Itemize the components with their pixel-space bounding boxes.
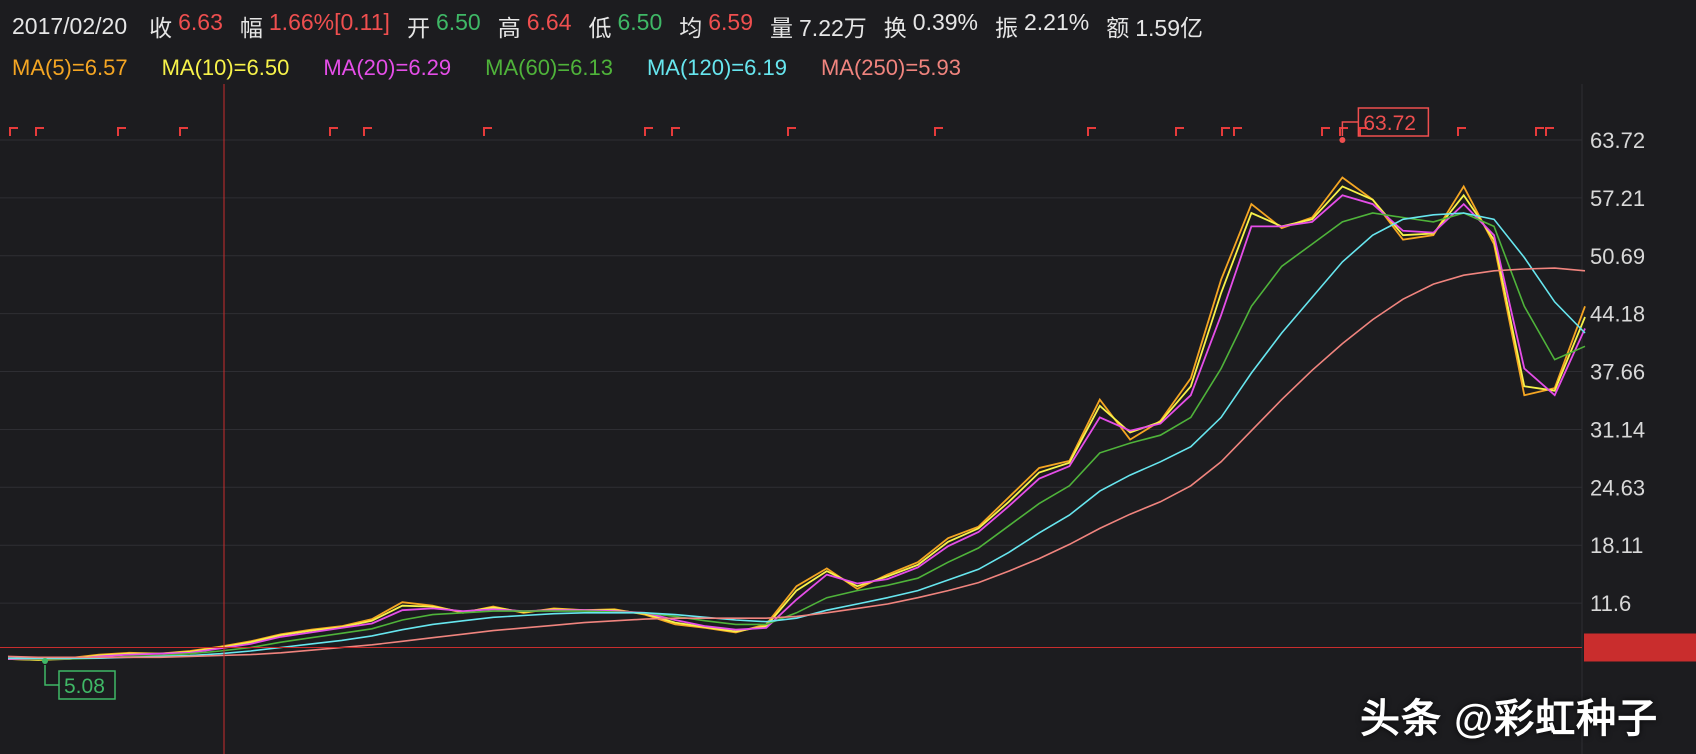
quote-item-label: 收 <box>149 15 173 41</box>
ma-legend-item: MA(5)=6.57 <box>12 55 128 80</box>
quote-items: 收 6.63 幅 1.66%[0.11] 开 6.50 高 6.64 低 6.50 均 6.59 量 7.… <box>149 9 1220 43</box>
quote-item-value: 1.59亿 <box>1135 15 1203 41</box>
quote-item-label: 量 <box>770 15 794 41</box>
quote-item: 开 6.50 <box>407 9 481 43</box>
quote-item-value: 6.64 <box>526 9 572 35</box>
quote-item-value: 6.63 <box>178 9 223 35</box>
quote-header: 2017/02/20 收 6.63 幅 1.66%[0.11] 开 6.50 高 6.64 低 6… <box>0 0 1696 52</box>
quote-date: 2017/02/20 <box>12 12 128 39</box>
quote-item: 量 7.22万 <box>770 9 867 43</box>
watermark: 头条 @彩虹种子 <box>1360 697 1659 741</box>
quote-item-value: 6.59 <box>708 9 754 35</box>
ma-legend-item: MA(20)=6.29 <box>323 55 452 80</box>
min-point <box>42 658 48 664</box>
quote-item: 换 0.39% <box>884 9 978 43</box>
quote-item: 高 6.64 <box>498 9 572 43</box>
quote-item-value: 6.50 <box>617 9 663 35</box>
quote-item-value: 2.21% <box>1024 9 1090 35</box>
quote-item-value: 7.22万 <box>799 15 867 41</box>
quote-item-label: 开 <box>406 15 430 41</box>
quote-item-label: 幅 <box>239 15 263 41</box>
quote-item: 均 6.59 <box>679 9 753 43</box>
ma-legend-item: MA(10)=6.50 <box>161 55 290 80</box>
ma-legend-item: MA(120)=6.19 <box>646 55 787 80</box>
quote-item-value: 6.50 <box>435 9 481 35</box>
price-chart[interactable]: 63.72 57.21 50.69 44.18 37.66 31.14 24.63 18.11… <box>0 84 1696 754</box>
quote-item-label: 振 <box>995 15 1018 41</box>
ma-legend-item: MA(250)=5.93 <box>820 55 962 80</box>
quote-item-label: 换 <box>883 15 907 41</box>
quote-item: 额 1.59亿 <box>1106 9 1203 43</box>
y-tick-label: 63.72 <box>1590 128 1645 153</box>
quote-item-value: 1.66%[0.11] <box>268 9 390 35</box>
y-tick-label: 44.18 <box>1590 302 1645 327</box>
y-tick-label: 18.11 <box>1590 533 1643 558</box>
y-tick-label: 37.66 <box>1590 360 1645 385</box>
min-label: 5.08 <box>64 675 105 698</box>
y-tick-label: 57.21 <box>1590 186 1645 211</box>
plot-background <box>0 84 1696 754</box>
y-tick-label: 50.69 <box>1590 244 1645 269</box>
quote-item-value: 0.39% <box>912 9 978 35</box>
quote-item-label: 高 <box>497 15 521 41</box>
y-tick-label: 11.6 <box>1590 591 1631 616</box>
quote-item: 低 6.50 <box>588 9 662 43</box>
y-tick-label: 24.63 <box>1590 475 1645 500</box>
quote-item: 收 6.63 <box>149 9 223 43</box>
max-point <box>1339 137 1346 143</box>
ma-legend-item: MA(60)=6.13 <box>485 55 613 80</box>
quote-item: 振 2.21% <box>995 9 1089 43</box>
max-label: 63.72 <box>1363 112 1416 135</box>
quote-item: 幅 1.66%[0.11] <box>240 9 390 43</box>
quote-item-label: 低 <box>588 15 612 41</box>
quote-item-label: 额 <box>1106 15 1130 41</box>
crosshair-price-box <box>1584 633 1696 662</box>
quote-item-label: 均 <box>679 15 703 41</box>
ma-legend: MA(5)=6.57 MA(10)=6.50 MA(20)=6.29 MA(60)=6… <box>0 52 1696 84</box>
y-tick-label: 31.14 <box>1590 417 1645 442</box>
